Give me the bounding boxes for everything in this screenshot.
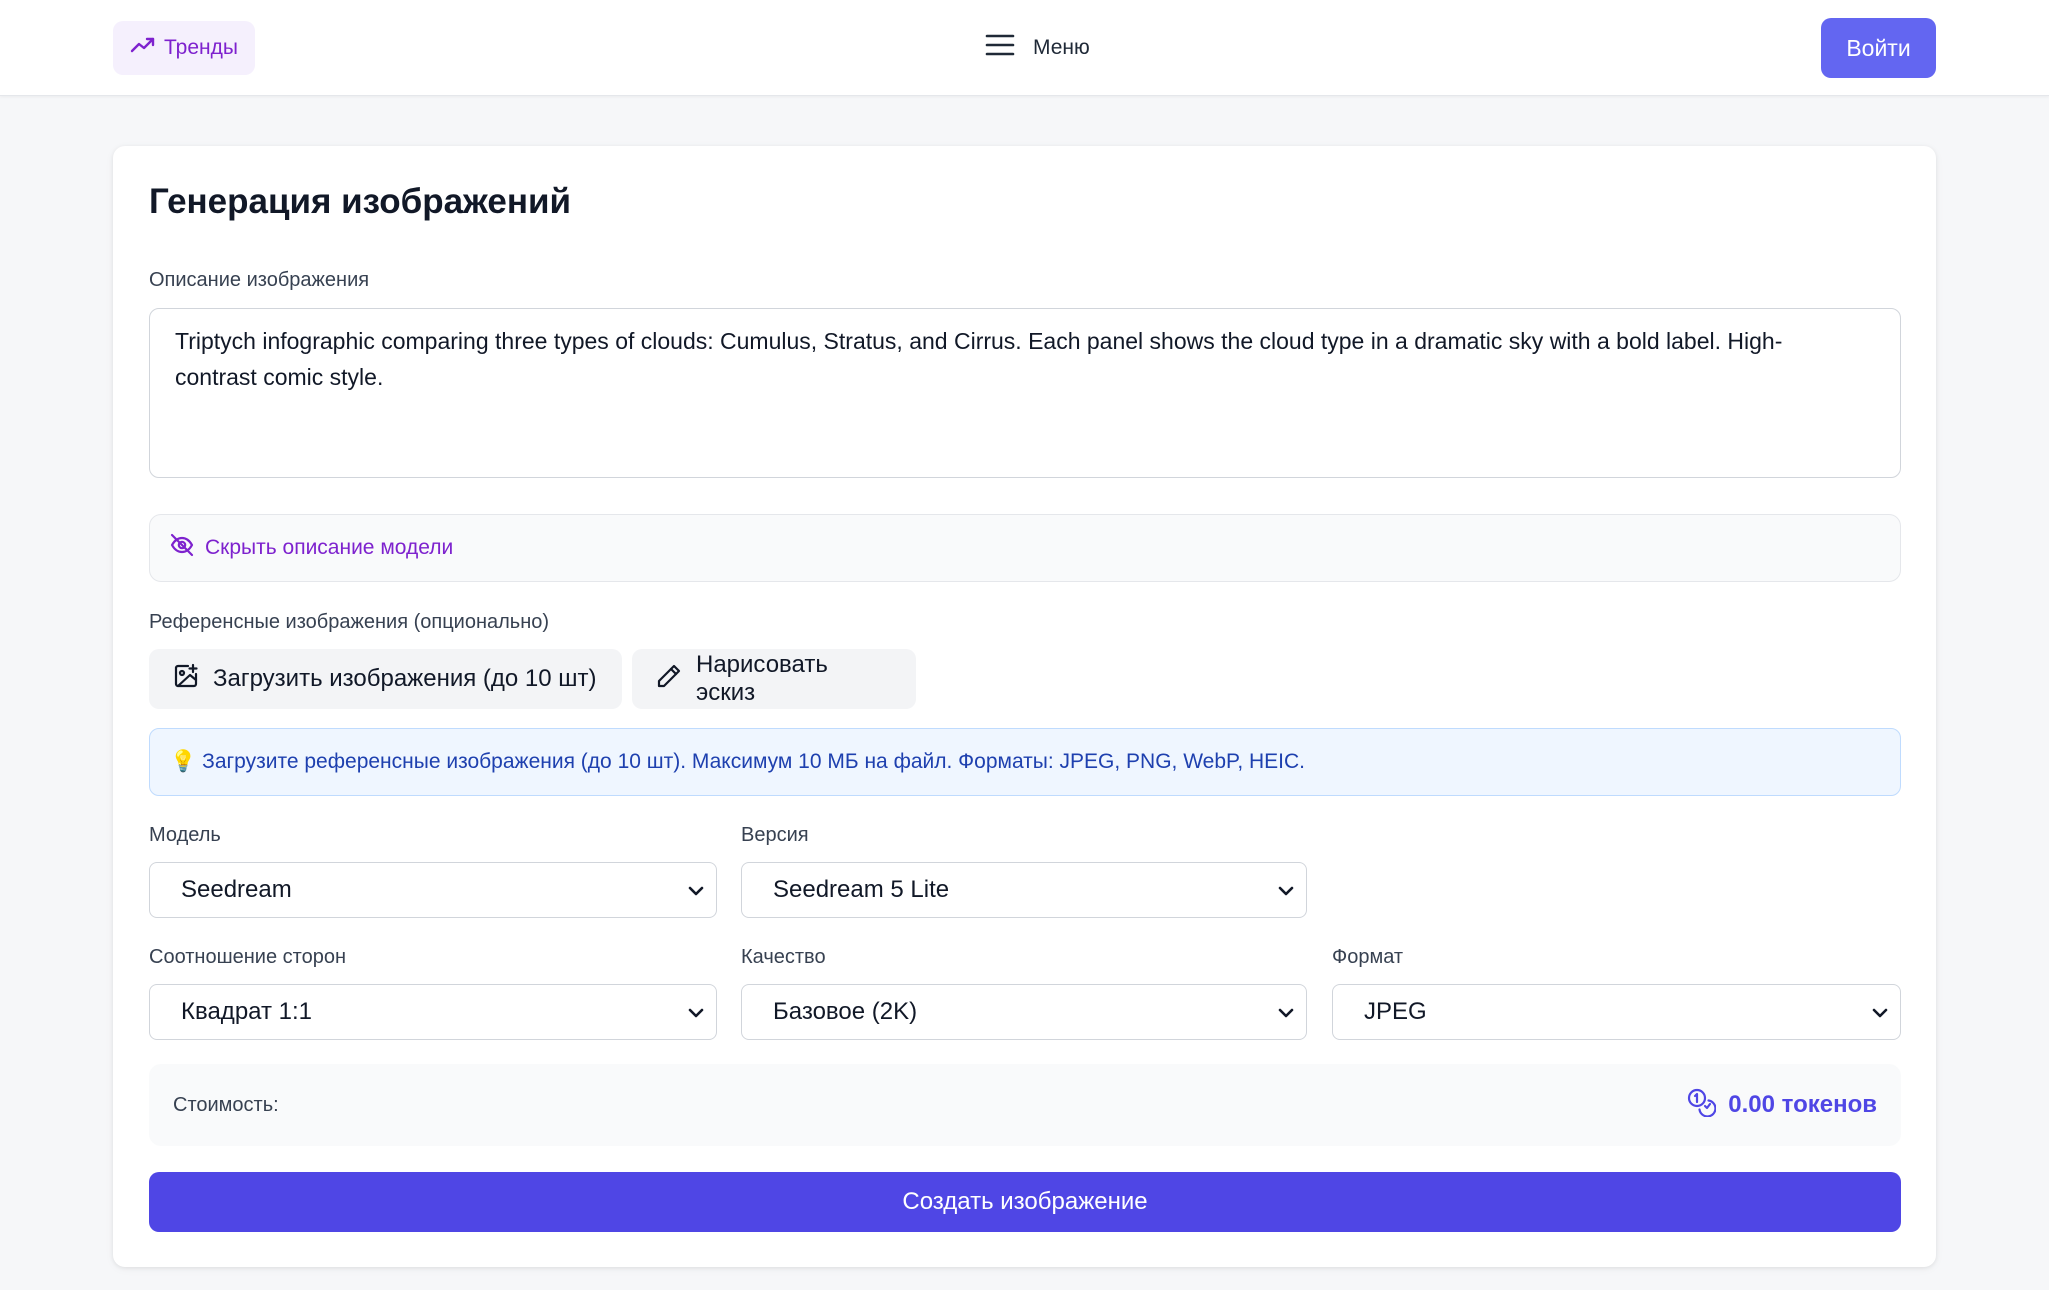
version-label: Версия bbox=[741, 824, 809, 846]
aspect-ratio-select[interactable]: Квадрат 1:1 bbox=[149, 984, 717, 1040]
cost-value-group: 0.00 токенов bbox=[1686, 1087, 1877, 1124]
upload-images-button[interactable]: Загрузить изображения (до 10 шт) bbox=[149, 649, 622, 709]
format-label: Формат bbox=[1332, 946, 1404, 968]
cost-value: 0.00 токенов bbox=[1728, 1091, 1877, 1118]
model-select[interactable]: Seedream bbox=[149, 862, 717, 918]
eye-off-icon bbox=[169, 533, 195, 563]
image-generation-card: Генерация изображений Описание изображен… bbox=[113, 146, 1936, 1267]
chevron-down-icon bbox=[688, 998, 704, 1026]
image-plus-icon bbox=[173, 663, 199, 696]
trending-up-icon bbox=[130, 36, 156, 60]
version-select[interactable]: Seedream 5 Lite bbox=[741, 862, 1307, 918]
chevron-down-icon bbox=[1872, 998, 1888, 1026]
trends-label: Тренды bbox=[164, 36, 238, 59]
cost-label: Стоимость: bbox=[173, 1093, 279, 1116]
references-label: Референсные изображения (опционально) bbox=[149, 611, 550, 633]
create-image-button[interactable]: Создать изображение bbox=[149, 1172, 1901, 1232]
description-textarea[interactable]: Triptych infographic comparing three typ… bbox=[149, 308, 1901, 478]
format-select-value: JPEG bbox=[1364, 998, 1427, 1025]
hamburger-icon bbox=[985, 33, 1015, 63]
draw-sketch-button[interactable]: Нарисовать эскиз bbox=[632, 649, 916, 709]
trends-button[interactable]: Тренды bbox=[113, 21, 255, 75]
format-select[interactable]: JPEG bbox=[1332, 984, 1901, 1040]
version-select-value: Seedream 5 Lite bbox=[773, 876, 950, 903]
quality-select-value: Базовое (2K) bbox=[773, 998, 918, 1025]
upload-images-label: Загрузить изображения (до 10 шт) bbox=[213, 665, 597, 692]
quality-select[interactable]: Базовое (2K) bbox=[741, 984, 1307, 1040]
chevron-down-icon bbox=[1278, 998, 1294, 1026]
hide-model-description-toggle[interactable]: Скрыть описание модели bbox=[149, 514, 1901, 582]
chevron-down-icon bbox=[688, 876, 704, 904]
aspect-ratio-label: Соотношение сторон bbox=[149, 946, 346, 968]
pencil-icon bbox=[656, 663, 682, 696]
quality-label: Качество bbox=[741, 946, 826, 968]
chevron-down-icon bbox=[1278, 876, 1294, 904]
menu-button[interactable]: Меню bbox=[985, 30, 1090, 66]
coins-icon bbox=[1686, 1087, 1717, 1124]
login-button[interactable]: Войти bbox=[1821, 18, 1936, 78]
upload-info-banner: 💡 Загрузите референсные изображения (до … bbox=[149, 728, 1901, 796]
draw-sketch-label: Нарисовать эскиз bbox=[696, 651, 828, 706]
model-label: Модель bbox=[149, 824, 221, 846]
top-navbar: Тренды Меню Войти bbox=[0, 0, 2049, 96]
aspect-ratio-select-value: Квадрат 1:1 bbox=[181, 998, 313, 1025]
upload-info-text: Загрузите референсные изображения (до 10… bbox=[202, 750, 1306, 773]
lightbulb-icon: 💡 bbox=[170, 750, 197, 773]
description-label: Описание изображения bbox=[149, 269, 370, 291]
page-title: Генерация изображений bbox=[149, 182, 572, 221]
menu-label: Меню bbox=[1033, 36, 1090, 59]
model-select-value: Seedream bbox=[181, 876, 292, 903]
cost-panel: Стоимость: 0.00 токенов bbox=[149, 1064, 1901, 1146]
hide-model-description-label: Скрыть описание модели bbox=[205, 536, 454, 559]
